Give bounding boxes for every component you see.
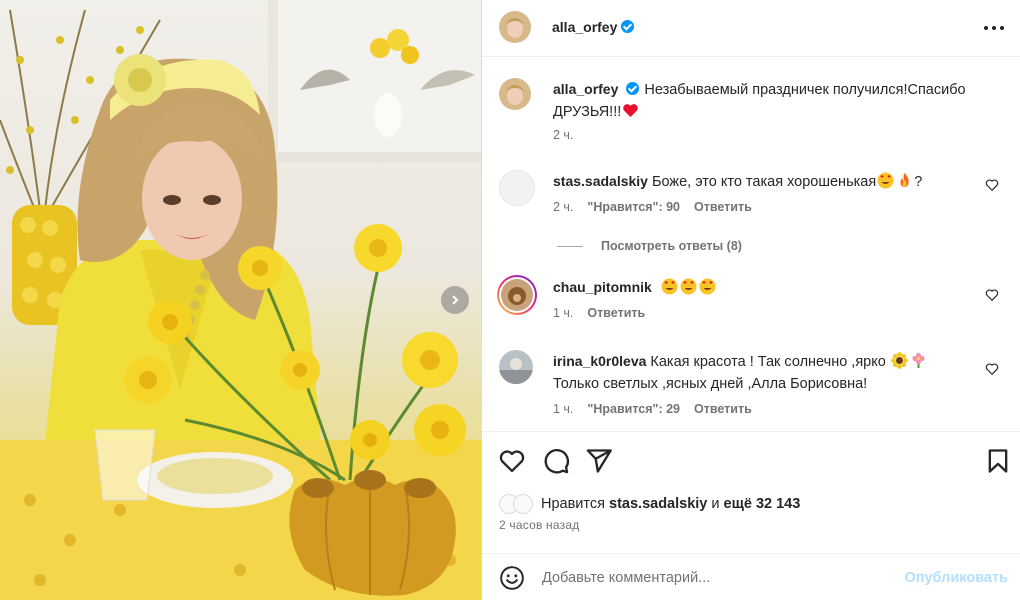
comment-item: irina_k0r0leva Какая красота ! Так солнеч… — [499, 350, 999, 420]
comment-meta: 2 ч. "Нравится": 90 Ответить — [553, 200, 766, 214]
verified-icon — [626, 82, 640, 95]
comment-likes[interactable]: "Нравится": 29 — [587, 402, 680, 416]
comment-time: 2 ч. — [553, 200, 574, 214]
likes-summary[interactable]: Нравится stas.sadalskiy и ещё 32 143 — [499, 493, 800, 515]
view-replies-button[interactable]: Посмотреть ответы (8) — [557, 239, 742, 253]
likes-middle: и — [711, 496, 720, 512]
reply-button[interactable]: Ответить — [694, 200, 752, 214]
comment-item: stas.sadalskiy Боже, это кто такая хороше… — [499, 170, 999, 230]
commenter-avatar[interactable] — [499, 350, 533, 384]
caption-text-block: alla_orfey Незабываемый праздничек получи… — [553, 78, 973, 123]
flower-emoji — [910, 352, 927, 369]
action-bar — [482, 433, 1020, 488]
author-username[interactable]: alla_orfey — [552, 19, 617, 35]
liker-avatar — [513, 494, 533, 514]
post-time: 2 часов назад — [499, 518, 580, 532]
comment-icon[interactable] — [542, 447, 570, 475]
likes-count[interactable]: ещё 32 143 — [724, 496, 801, 512]
likes-text: Нравится stas.sadalskiy и ещё 32 143 — [541, 496, 800, 512]
sunflower-emoji — [891, 352, 908, 369]
heart-eyes-emoji — [877, 172, 894, 189]
emoji-icon[interactable] — [499, 565, 525, 591]
heart-eyes-emoji — [680, 278, 697, 295]
save-icon[interactable] — [984, 447, 1012, 475]
post-image[interactable] — [0, 0, 481, 600]
post-header: alla_orfey — [482, 0, 1020, 57]
comment-text-block: irina_k0r0leva Какая красота ! Так солнеч… — [553, 350, 973, 395]
reply-button[interactable]: Ответить — [694, 402, 752, 416]
likes-prefix: Нравится — [541, 496, 605, 512]
next-image-button[interactable] — [441, 286, 469, 314]
comment-username[interactable]: chau_pitomnik — [553, 279, 652, 295]
heart-eyes-emoji — [661, 278, 678, 295]
commenter-avatar[interactable] — [499, 170, 535, 206]
post-details-pane: alla_orfey alla_orfey Незабываемый праздн… — [482, 0, 1020, 600]
author-avatar[interactable] — [499, 11, 531, 43]
commenter-avatar — [499, 277, 535, 313]
like-comment-icon[interactable] — [985, 288, 999, 302]
comment-trailing: ? — [914, 174, 923, 190]
caption-avatar[interactable] — [499, 78, 531, 110]
caption-username[interactable]: alla_orfey — [553, 81, 618, 97]
like-comment-icon[interactable] — [985, 178, 999, 192]
comment-meta: 1 ч. Ответить — [553, 306, 659, 320]
comment-text-block: stas.sadalskiy Боже, это кто такая хороше… — [553, 170, 973, 193]
caption-time: 2 ч. — [553, 128, 574, 142]
comment-item: chau_pitomnik 1 ч. Ответить — [497, 275, 999, 336]
likes-user[interactable]: stas.sadalskiy — [609, 496, 707, 512]
comment-text-block: chau_pitomnik — [553, 276, 973, 299]
like-icon[interactable] — [498, 447, 526, 475]
comment-time: 1 ч. — [553, 306, 574, 320]
comment-username[interactable]: stas.sadalskiy — [553, 173, 648, 189]
comment-text-line2: Только светлых ,ясных дней ,Алла Борисов… — [553, 376, 868, 392]
caption-meta: 2 ч. — [553, 128, 587, 142]
comment-meta: 1 ч. "Нравится": 29 Ответить — [553, 402, 766, 416]
commenter-avatar-story-ring[interactable] — [497, 275, 537, 315]
comment-text: Боже, это кто такая хорошенькая — [651, 174, 877, 190]
post-photo-illustration — [0, 0, 481, 600]
comment-time: 1 ч. — [553, 402, 574, 416]
fire-emoji — [896, 172, 913, 189]
heart-emoji — [622, 102, 639, 119]
chevron-right-icon — [452, 295, 459, 305]
heart-eyes-emoji — [699, 278, 716, 295]
comment-text: Какая красота ! Так солнечно ,ярко — [650, 354, 886, 370]
verified-icon — [621, 20, 635, 33]
comment-likes[interactable]: "Нравится": 90 — [587, 200, 680, 214]
comment-username[interactable]: irina_k0r0leva — [553, 353, 646, 369]
reply-button[interactable]: Ответить — [587, 306, 645, 320]
like-comment-icon[interactable] — [985, 362, 999, 376]
add-comment-bar: Опубликовать — [482, 553, 1020, 600]
more-options-icon[interactable] — [984, 18, 1004, 38]
comment-input[interactable] — [542, 564, 882, 592]
comments-section: alla_orfey Незабываемый праздничек получи… — [482, 58, 1020, 432]
author-name[interactable]: alla_orfey — [552, 19, 635, 35]
publish-button[interactable]: Опубликовать — [904, 570, 1008, 586]
share-icon[interactable] — [585, 447, 613, 475]
caption: alla_orfey Незабываемый праздничек получи… — [499, 78, 999, 158]
